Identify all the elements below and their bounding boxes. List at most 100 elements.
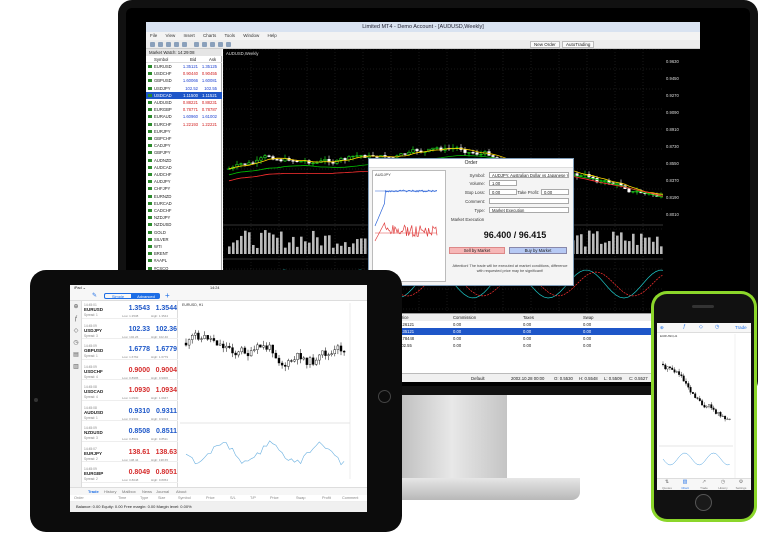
tab-chart[interactable]: ▥ Chart [676,479,694,490]
market-watch-row[interactable]: AUDNZD [146,157,222,164]
quote-row[interactable]: 14:45:09 GBPUSD Spread: 1 1.6778 1.6779 … [82,344,178,360]
market-watch-row[interactable]: CADCHF [146,207,222,214]
tab-history[interactable]: ◷ History [714,479,732,490]
autotrading-button[interactable]: AutoTrading [562,41,595,48]
market-watch-row[interactable]: USDCAD 1.11500 1.11521 [146,91,222,99]
chart-type-icon[interactable]: ▥ [73,364,79,370]
market-watch-row[interactable]: USDCHF 0.90440 0.90455 [146,70,222,77]
timeframe-icon[interactable]: ◷ [715,324,719,330]
quote-row[interactable]: 14:45:09 EURGBP Spread: 2 0.8049 0.8051 … [82,467,178,483]
market-watch-row[interactable]: NZDJPY [146,214,222,221]
candle-chart-icon[interactable] [202,42,207,47]
quote-row[interactable]: 14:45:09 NZDUSD Spread: 3 0.8508 0.8511 … [82,426,178,442]
tablet-chart[interactable]: EURUSD, H1 [180,303,367,485]
type-select[interactable]: Market Execution [489,207,569,213]
market-watch-row[interactable]: EURCAD [146,200,222,207]
simple-mode-tab[interactable]: Simple [104,293,132,299]
candle-body [234,352,237,356]
phone-chart[interactable]: EURUSD,H1 [659,334,749,478]
market-watch-row[interactable]: AUDCAD [146,164,222,171]
indicators-icon[interactable]: ƒ [683,324,686,330]
market-watch-row[interactable]: AUDJPY [146,178,222,185]
edit-icon[interactable]: ✎ [92,292,97,299]
symbol-marker-icon [148,108,152,112]
navigator-icon[interactable] [174,42,179,47]
market-watch-row[interactable]: EURNZD [146,193,222,200]
quote-row[interactable]: 14:45:08 USDCAD Spread: 4 1.0930 1.0934 … [82,385,178,401]
profiles-icon[interactable] [158,42,163,47]
market-watch-row[interactable]: AUDUSD 0.88221 0.88231 [146,99,222,106]
market-watch-row[interactable]: GOLD [146,229,222,236]
market-watch-row[interactable]: #AAPL [146,257,222,264]
bar-chart-icon[interactable] [194,42,199,47]
market-watch-row[interactable]: EURAUD 1.60960 1.61002 [146,113,222,120]
comment-field[interactable] [489,198,569,204]
market-watch-row[interactable]: EURUSD 1.35121 1.35125 [146,63,222,70]
symbol-name: EURUSD [154,64,172,69]
market-watch-row[interactable]: GBPCHF [146,135,222,142]
column-commission[interactable]: Commission [453,314,476,321]
terminal-icon[interactable] [182,42,187,47]
new-chart-icon[interactable] [150,42,155,47]
market-watch-row[interactable]: USDJPY 102.52 102.55 [146,85,222,92]
market-watch-row[interactable]: NZDUSD [146,221,222,228]
market-watch-row[interactable]: GBPJPY [146,149,222,156]
quote-row[interactable]: 14:45:01 EURUSD Spread: 1 1.3543 1.3544 … [82,303,178,319]
menu-window[interactable]: Window [243,33,259,38]
line-chart-icon[interactable] [210,42,215,47]
new-order-icon[interactable]: ▤ [73,352,79,358]
column-symbol[interactable]: Symbol [154,56,168,63]
menu-file[interactable]: File [150,33,157,38]
buy-by-market-button[interactable]: Buy by Market [509,247,567,254]
symbol-select[interactable]: AUDJPY, Australian Dollar vs Japanese Ye… [489,172,569,178]
phone-home-button[interactable] [695,494,712,511]
menu-insert[interactable]: Insert [183,33,194,38]
quote-low: Low: 0.8501 [122,437,139,441]
candle-body [293,359,296,362]
quote-row[interactable]: 14:45:07 EURJPY Spread: 2 138.61 138.63 … [82,447,178,462]
trade-button[interactable]: Trade [735,325,747,330]
tab-settings[interactable]: ⚙ Settings [732,479,750,490]
market-watch-row[interactable]: EURJPY [146,128,222,135]
market-watch-row[interactable]: BRENT [146,250,222,257]
menu-tools[interactable]: Tools [224,33,235,38]
symbol-marker-icon [148,216,152,220]
new-order-button[interactable]: New Order [530,41,560,48]
indicators-icon[interactable]: ƒ [73,316,79,322]
advanced-mode-tab[interactable]: Advanced [132,293,160,299]
objects-icon[interactable]: ◇ [73,328,79,334]
zoom-in-icon[interactable] [218,42,223,47]
column-ask[interactable]: Ask [209,56,216,63]
menu-help[interactable]: Help [268,33,277,38]
timeframe-icon[interactable]: ◷ [73,340,79,346]
market-watch-row[interactable]: AUDCHF [146,171,222,178]
market-watch-row[interactable]: SILVER [146,236,222,243]
zoom-out-icon[interactable] [226,42,231,47]
takeprofit-field[interactable]: 0.00 [541,189,569,195]
market-watch-row[interactable]: EURGBP 0.78771 0.78787 [146,106,222,113]
quote-row[interactable]: 14:45:08 AUDUSD Spread: 1 0.9310 0.9311 … [82,406,178,421]
market-watch-icon[interactable] [166,42,171,47]
crosshair-icon[interactable]: ⊕ [73,304,79,310]
tab-quotes[interactable]: ⇅ Quotes [658,479,676,490]
objects-icon[interactable]: ◇ [699,324,703,330]
column-taxes[interactable]: Taxes [523,314,534,321]
column-bid[interactable]: Bid [190,56,196,63]
menu-view[interactable]: View [166,33,176,38]
market-watch-row[interactable]: GBPUSD 1.60066 1.60081 [146,77,222,84]
quote-row[interactable]: 14:45:09 USDCHF Spread: 4 0.9000 0.9004 … [82,365,178,380]
add-symbol-icon[interactable]: + [165,291,170,300]
column-swap[interactable]: Swap [583,314,593,321]
sell-by-market-button[interactable]: Sell by Market [449,247,505,254]
market-watch-row[interactable]: EURCHF 1.22193 1.22221 [146,121,222,128]
quote-row[interactable]: 14:45:09 USDJPY Spread: 3 102.33 102.36 … [82,324,178,339]
market-watch-row[interactable]: CADJPY [146,142,222,149]
market-watch-row[interactable]: CHFJPY [146,185,222,192]
tablet-home-button[interactable] [378,390,391,403]
menu-charts[interactable]: Charts [203,33,216,38]
volume-field[interactable]: 1.00 [489,180,517,186]
market-watch-row[interactable]: WTI [146,243,222,250]
tab-trade[interactable]: ↗ Trade [695,479,713,490]
candle-body [691,392,694,394]
crosshair-icon[interactable]: ⊕ [660,325,664,331]
